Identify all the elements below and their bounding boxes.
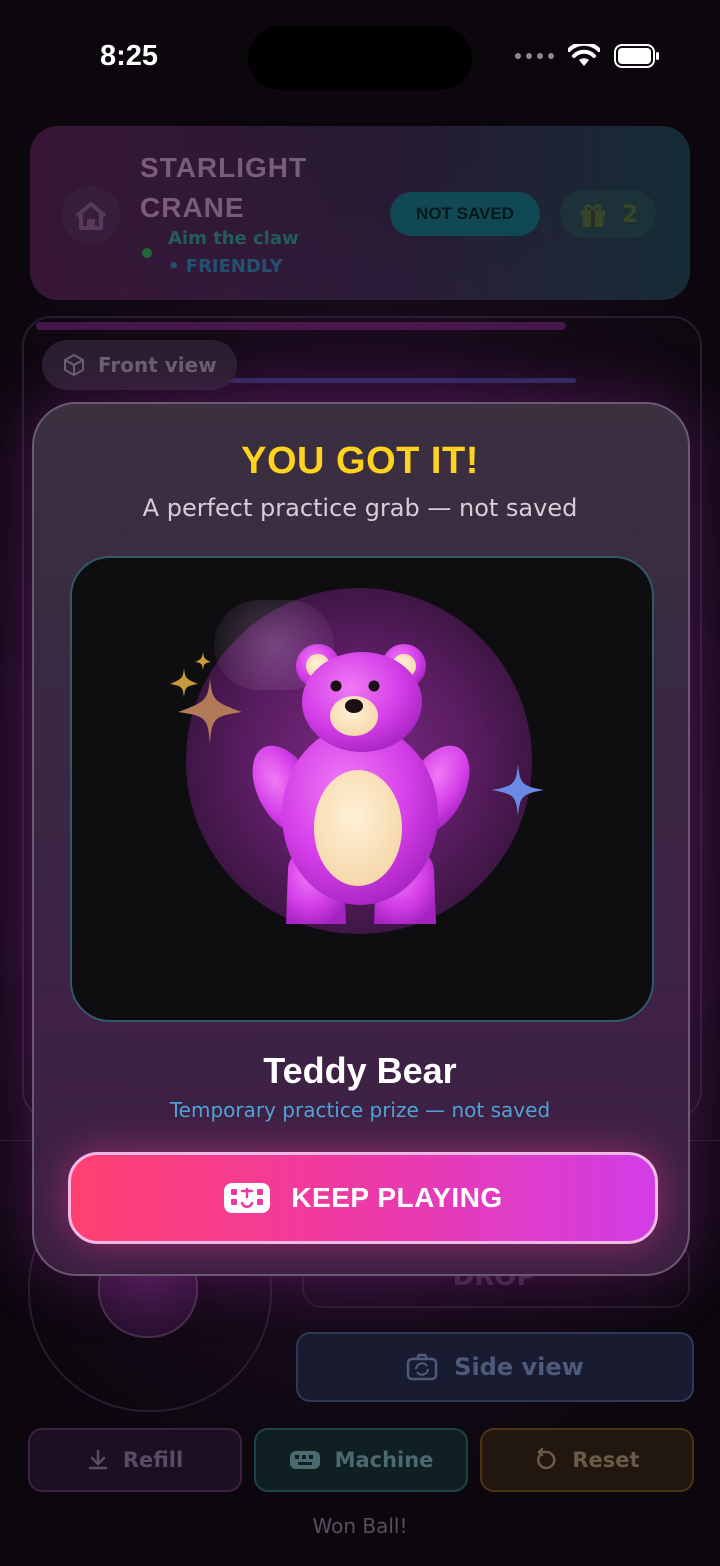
gift-count: 2 xyxy=(621,200,639,228)
keep-playing-button[interactable]: KEEP PLAYING xyxy=(68,1152,658,1244)
sparkle-icon xyxy=(492,764,544,816)
app-screen: 8:25 STARLIGHT CRANE Aim the claw • FRIE… xyxy=(0,0,720,1566)
save-status-badge: NOT SAVED xyxy=(390,192,540,236)
keep-playing-label: KEEP PLAYING xyxy=(291,1182,503,1213)
reset-label: Reset xyxy=(572,1448,640,1472)
cube-icon xyxy=(64,354,84,376)
home-icon xyxy=(75,202,107,230)
side-view-button[interactable]: Side view xyxy=(296,1332,694,1402)
gift-counter[interactable]: 2 xyxy=(560,190,656,238)
home-button[interactable] xyxy=(62,186,120,244)
side-view-label: Side view xyxy=(454,1353,584,1381)
game-title-line1: STARLIGHT xyxy=(140,152,308,183)
refill-label: Refill xyxy=(122,1448,184,1472)
machine-label: Machine xyxy=(334,1448,434,1472)
prize-name: Teddy Bear xyxy=(263,1050,457,1091)
modal-subtitle: A perfect practice grab — not saved xyxy=(142,494,578,522)
gamepad-icon xyxy=(224,1183,271,1213)
machine-rail xyxy=(36,322,566,330)
header-mode: • FRIENDLY xyxy=(168,256,283,277)
status-dot xyxy=(142,248,152,258)
dynamic-island xyxy=(248,26,472,90)
status-time: 8:25 xyxy=(100,40,159,72)
signal-icon xyxy=(515,53,554,59)
view-toggle-label: Front view xyxy=(98,353,217,377)
machine-rail-lower xyxy=(226,378,576,383)
game-title: STARLIGHT CRANE xyxy=(140,148,360,228)
download-icon xyxy=(88,1449,108,1470)
prize-note: Temporary practice prize — not saved xyxy=(169,1098,551,1122)
teddy-bear-image xyxy=(252,644,470,924)
modal-title: YOU GOT IT! xyxy=(241,440,479,482)
reset-button[interactable]: Reset xyxy=(480,1428,694,1492)
gamepad-icon xyxy=(289,1451,320,1469)
battery-icon xyxy=(614,44,659,68)
game-title-line2: CRANE xyxy=(140,192,245,223)
reset-icon xyxy=(537,1448,556,1470)
game-status-text: Won Ball! xyxy=(312,1514,408,1538)
header-subtitle: Aim the claw xyxy=(168,228,299,249)
sparkle-icon xyxy=(170,652,242,744)
wifi-icon xyxy=(568,44,600,66)
gift-icon xyxy=(580,204,605,227)
refill-button[interactable]: Refill xyxy=(28,1428,242,1492)
status-icons xyxy=(515,44,660,68)
camera-rotate-icon xyxy=(406,1353,438,1381)
view-toggle[interactable]: Front view xyxy=(42,340,237,390)
machine-button[interactable]: Machine xyxy=(254,1428,468,1492)
